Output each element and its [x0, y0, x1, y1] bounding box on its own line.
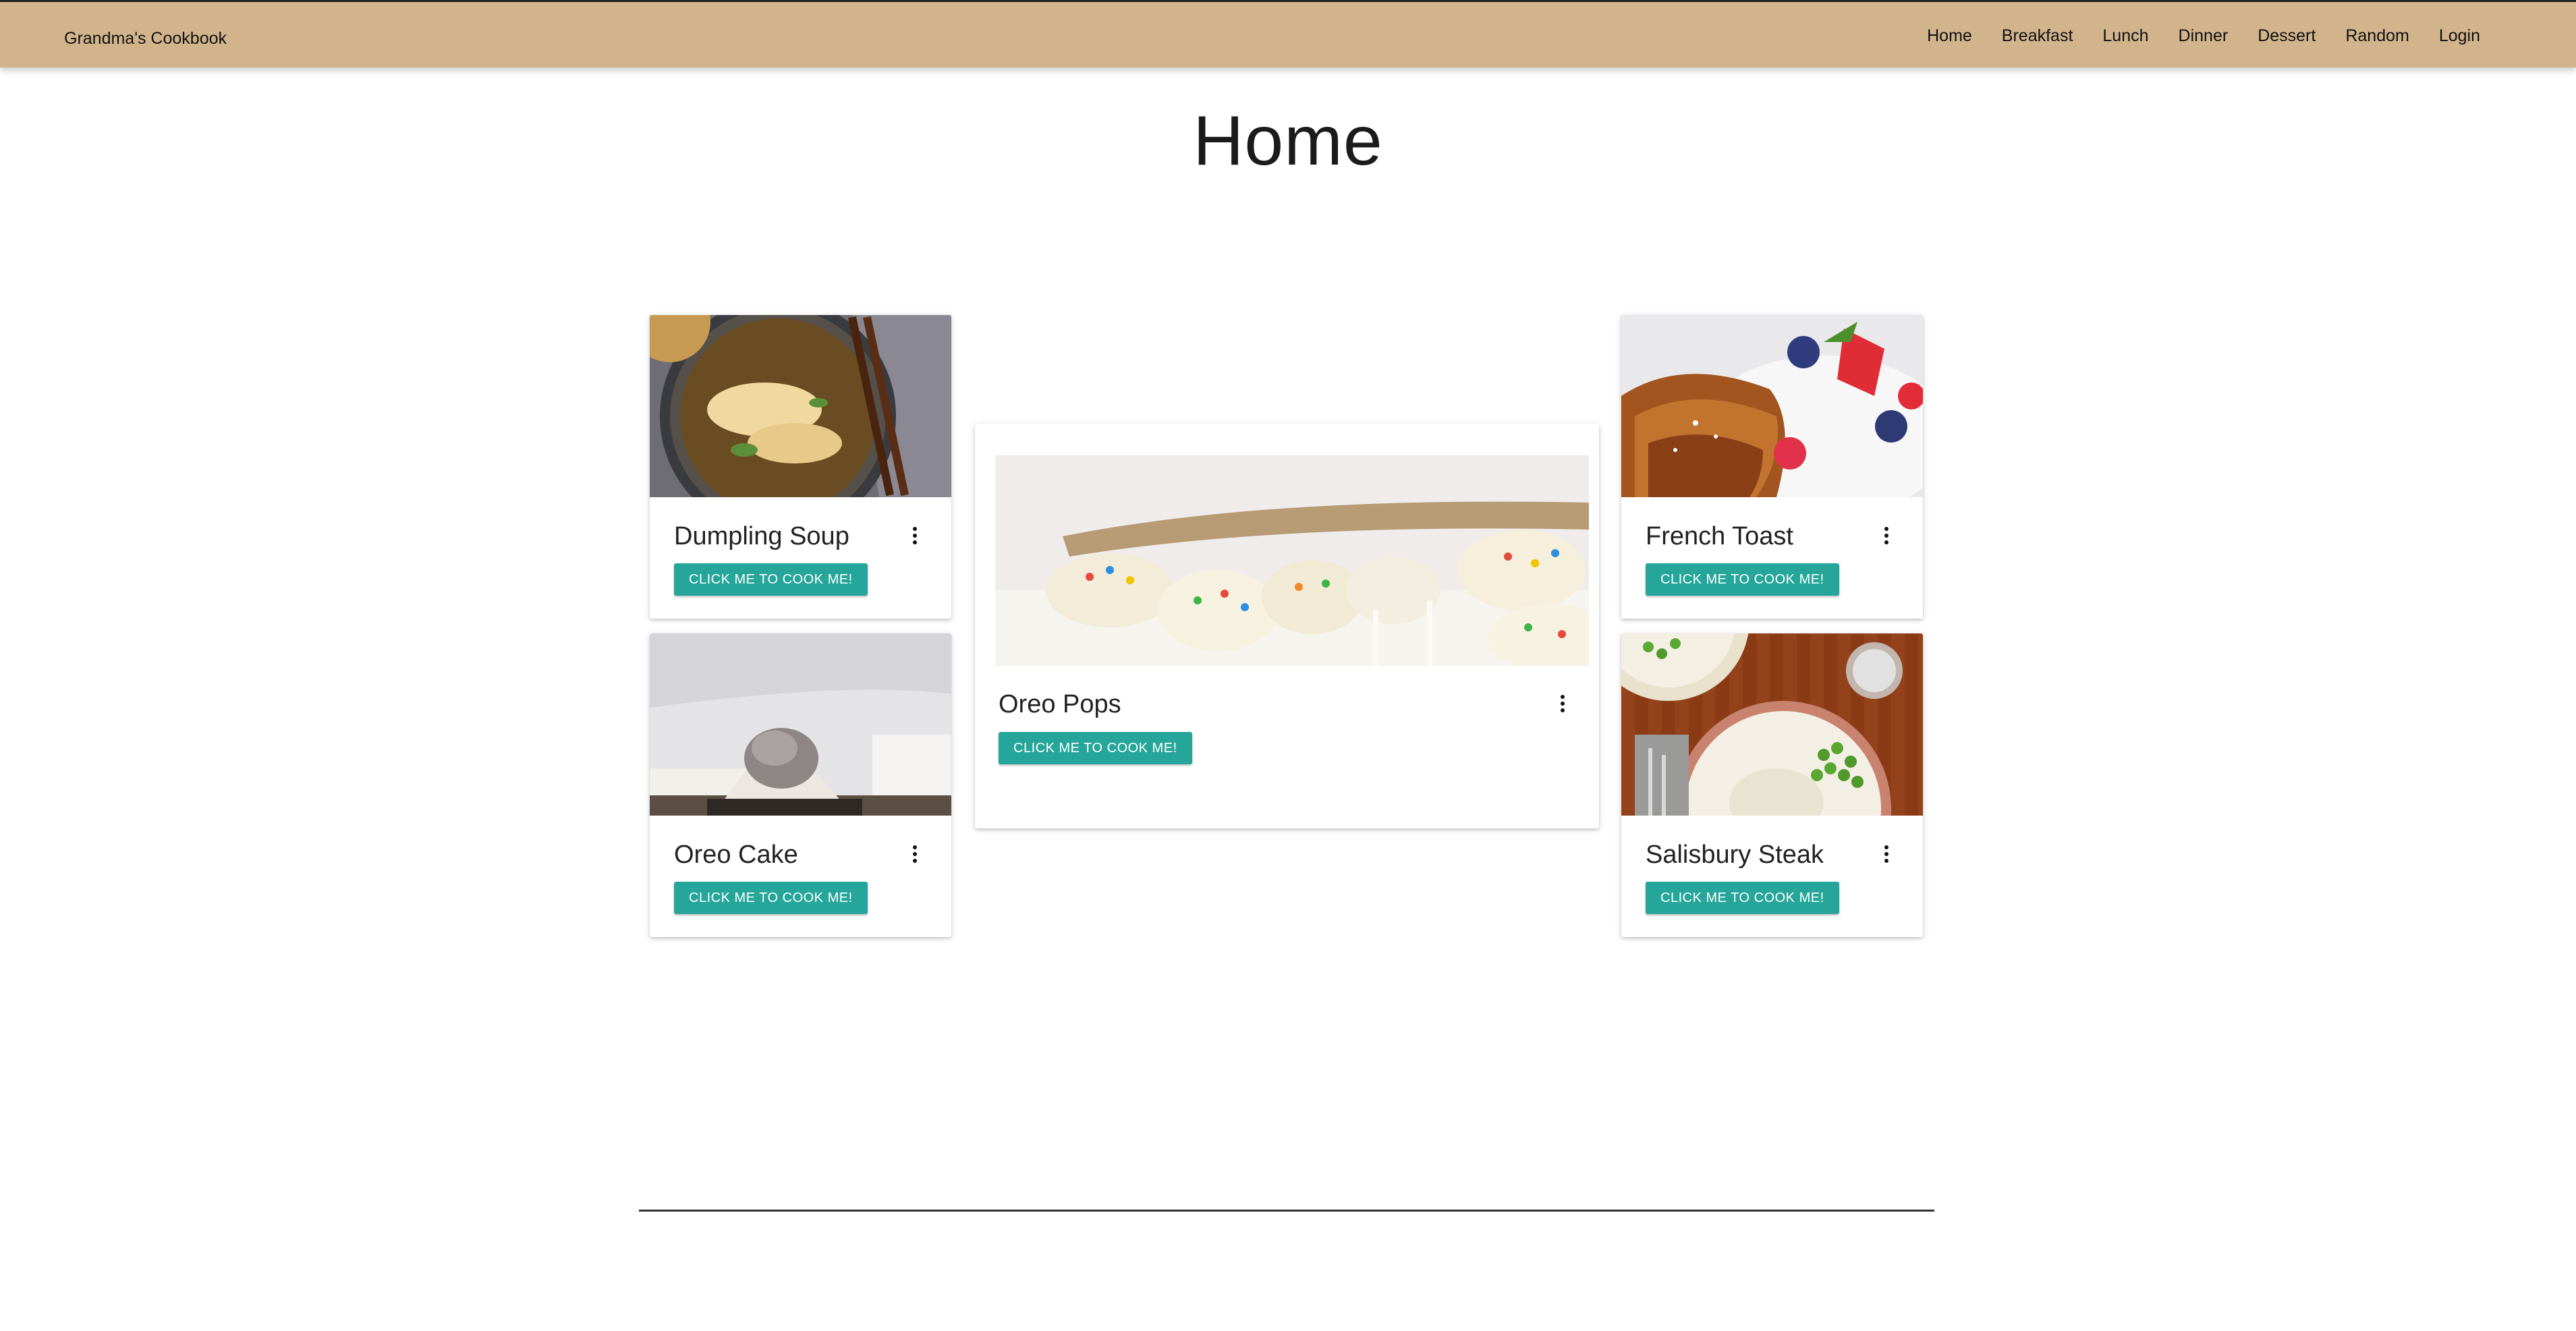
nav-links: Home Breakfast Lunch Dinner Dessert Rand…	[1912, 2, 2495, 69]
nav-link-breakfast[interactable]: Breakfast	[1987, 26, 2088, 46]
nav-link-random[interactable]: Random	[2330, 26, 2424, 46]
footer-divider	[639, 1210, 1934, 1212]
nav-link-home[interactable]: Home	[1912, 26, 1987, 46]
more-vert-icon[interactable]	[1876, 841, 1897, 868]
nav-link-login[interactable]: Login	[2424, 26, 2495, 46]
cook-button[interactable]: CLICK ME TO COOK ME!	[674, 882, 868, 914]
nav-link-dessert[interactable]: Dessert	[2243, 26, 2330, 46]
card-title: Oreo Pops	[999, 690, 1121, 718]
card-title: Salisbury Steak	[1646, 841, 1824, 869]
more-vert-icon[interactable]	[1876, 522, 1897, 549]
page-title: Home	[1193, 102, 1383, 180]
recipe-card-oreo-pops: Oreo Pops CLICK ME TO COOK ME!	[975, 424, 1599, 828]
nav-link-lunch[interactable]: Lunch	[2088, 26, 2163, 46]
more-vert-icon[interactable]	[905, 841, 925, 868]
cook-button[interactable]: CLICK ME TO COOK ME!	[674, 563, 868, 596]
salisbury-steak-image[interactable]	[1621, 633, 1923, 816]
card-title: French Toast	[1646, 522, 1793, 550]
more-vert-icon[interactable]	[905, 522, 925, 549]
cook-button[interactable]: CLICK ME TO COOK ME!	[1646, 882, 1839, 914]
cook-button[interactable]: CLICK ME TO COOK ME!	[999, 732, 1192, 764]
recipe-card-french-toast: French Toast CLICK ME TO COOK ME!	[1621, 315, 1923, 619]
top-navbar: Grandma's Cookbook Home Breakfast Lunch …	[0, 0, 2576, 67]
more-vert-icon[interactable]	[1552, 690, 1573, 717]
oreo-pops-image[interactable]	[995, 455, 1589, 666]
nav-link-dinner[interactable]: Dinner	[2164, 26, 2243, 46]
brand-link[interactable]: Grandma's Cookbook	[64, 2, 227, 75]
oreo-cake-image[interactable]	[650, 633, 951, 816]
recipe-card-dumpling-soup: Dumpling Soup CLICK ME TO COOK ME!	[650, 315, 951, 619]
card-title: Oreo Cake	[674, 841, 798, 869]
dumpling-soup-image[interactable]	[650, 315, 951, 497]
recipe-card-salisbury-steak: Salisbury Steak CLICK ME TO COOK ME!	[1621, 633, 1923, 937]
french-toast-image[interactable]	[1621, 315, 1923, 497]
recipe-card-oreo-cake: Oreo Cake CLICK ME TO COOK ME!	[650, 633, 951, 937]
card-title: Dumpling Soup	[674, 522, 849, 550]
cook-button[interactable]: CLICK ME TO COOK ME!	[1646, 563, 1839, 596]
